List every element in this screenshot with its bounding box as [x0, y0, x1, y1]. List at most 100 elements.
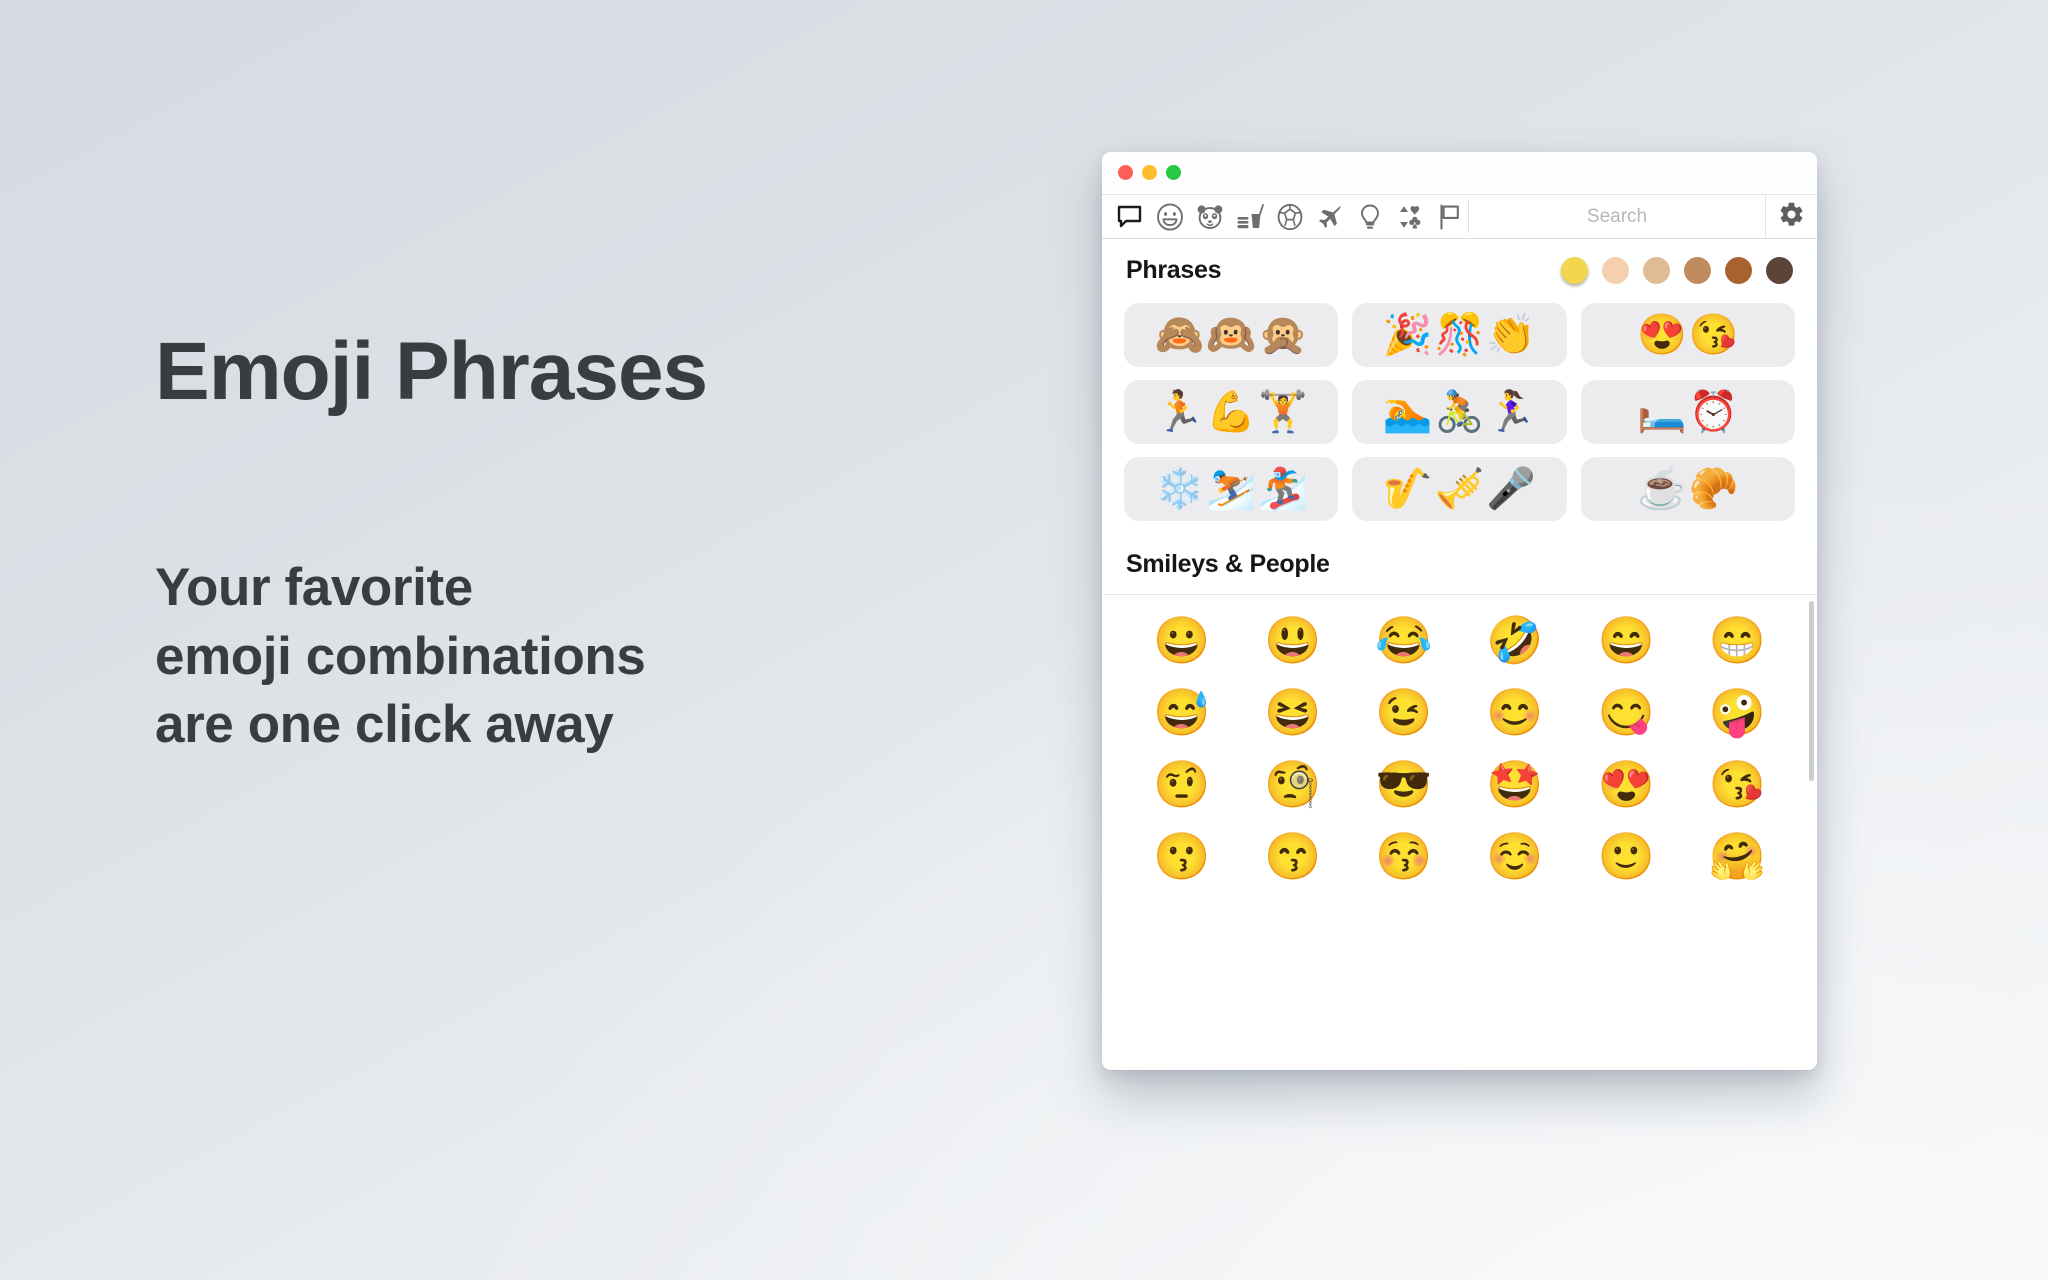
panda-icon: [1196, 203, 1224, 231]
emoji: ⏰: [1688, 390, 1739, 434]
emoji: 🏂: [1258, 467, 1308, 511]
smileys-section-title: Smileys & People: [1126, 550, 1330, 578]
category-button-smileys[interactable]: [1151, 198, 1188, 236]
gear-icon: [1778, 201, 1805, 233]
skin-tone-medium-dark[interactable]: [1725, 256, 1752, 284]
skin-tone-medium[interactable]: [1684, 256, 1711, 284]
page-title: Emoji Phrases: [155, 326, 708, 417]
emoji: 🎺: [1434, 467, 1485, 511]
emoji-cell[interactable]: 😊: [1484, 681, 1546, 743]
traffic-light-group: [1118, 165, 1181, 180]
phrase-tile-workout[interactable]: 🏃 💪 🏋️: [1124, 380, 1339, 444]
emoji-cell[interactable]: 😚: [1373, 825, 1435, 887]
emoji: 🏊: [1382, 390, 1433, 434]
search-input[interactable]: [1469, 205, 1765, 228]
emoji-cell[interactable]: 😗: [1151, 825, 1213, 887]
emoji-cell[interactable]: 🤗: [1706, 825, 1768, 887]
close-window-button[interactable]: [1118, 165, 1133, 180]
category-button-flags[interactable]: [1431, 198, 1468, 236]
emoji: 🏃‍♀️: [1486, 390, 1537, 434]
phrase-tile-winter-sports[interactable]: ❄️ ⛷️ 🏂: [1124, 457, 1339, 521]
smiley-face-icon: [1156, 202, 1184, 231]
emoji: 😍: [1637, 313, 1687, 357]
smileys-section-header: Smileys & People: [1102, 535, 1817, 595]
emoji-cell[interactable]: 🧐: [1262, 753, 1324, 815]
emoji: 🙈: [1154, 313, 1205, 357]
emoji: ⛷️: [1206, 467, 1257, 511]
emoji-cell[interactable]: ☺️: [1484, 825, 1546, 887]
emoji: 🛏️: [1637, 390, 1687, 434]
emoji: ❄️: [1154, 467, 1205, 511]
flag-icon: [1436, 203, 1464, 231]
minimize-window-button[interactable]: [1142, 165, 1157, 180]
promo-copy: Emoji Phrases Your favorite emoji combin…: [155, 330, 1015, 760]
category-button-symbols[interactable]: [1391, 198, 1428, 236]
phrases-grid: 🙈 🙉 🙊 🎉 🎊 👏 😍 😘 🏃 💪 🏋️ 🏊 🚴 🏃‍♀️ 🛏️ ⏰: [1102, 301, 1817, 535]
emoji-cell[interactable]: 😍: [1595, 753, 1657, 815]
emoji: 🎊: [1434, 313, 1485, 357]
category-button-animals[interactable]: [1191, 198, 1228, 236]
emoji-cell[interactable]: 🙂: [1595, 825, 1657, 887]
phrase-tile-love-kiss[interactable]: 😍 😘: [1580, 303, 1795, 367]
emoji-cell[interactable]: 😄: [1595, 609, 1657, 671]
skin-tone-dark[interactable]: [1766, 256, 1793, 284]
emoji-cell[interactable]: 😅: [1151, 681, 1213, 743]
soccer-ball-icon: [1276, 203, 1304, 231]
phrases-section-title: Phrases: [1126, 255, 1222, 284]
emoji-cell[interactable]: 😙: [1262, 825, 1324, 887]
skin-tone-yellow-default[interactable]: [1561, 256, 1588, 284]
emoji: 🙉: [1206, 313, 1257, 357]
emoji: 😘: [1688, 313, 1739, 357]
emoji-cell[interactable]: 😁: [1706, 609, 1768, 671]
category-button-strip: [1102, 195, 1468, 238]
emoji: 🎉: [1382, 313, 1433, 357]
settings-button[interactable]: [1765, 195, 1817, 238]
phrase-tile-music-performance[interactable]: 🎷 🎺 🎤: [1352, 457, 1567, 521]
speech-bubble-icon: [1117, 205, 1143, 229]
emoji-cell[interactable]: 🤩: [1484, 753, 1546, 815]
category-button-travel[interactable]: [1311, 198, 1348, 236]
phrase-tile-celebration[interactable]: 🎉 🎊 👏: [1352, 303, 1567, 367]
zoom-window-button[interactable]: [1166, 165, 1181, 180]
emoji: 🎤: [1486, 467, 1537, 511]
smileys-emoji-grid: 😀 😃 😂 🤣 😄 😁 😅 😆 😉 😊 😋 🤪 🤨 🧐 😎 🤩 😍 😘 😗 😙 …: [1102, 595, 1817, 887]
emoji-cell[interactable]: 😎: [1373, 753, 1435, 815]
emoji-cell[interactable]: 😃: [1262, 609, 1324, 671]
emoji-cell[interactable]: 🤪: [1706, 681, 1768, 743]
phrase-tile-see-hear-speak-no-evil[interactable]: 🙈 🙉 🙊: [1124, 303, 1339, 367]
category-button-objects[interactable]: [1351, 198, 1388, 236]
emoji-cell[interactable]: 😂: [1373, 609, 1435, 671]
emoji-cell[interactable]: 😆: [1262, 681, 1324, 743]
emoji-cell[interactable]: 🤨: [1151, 753, 1213, 815]
emoji-cell[interactable]: 😋: [1595, 681, 1657, 743]
card-suits-icon: [1396, 203, 1424, 231]
emoji: 🥐: [1688, 467, 1739, 511]
promo-subtitle: Your favorite emoji combinations are one…: [155, 557, 646, 755]
emoji: 👏: [1486, 313, 1537, 357]
search-field-wrapper: [1469, 195, 1765, 238]
phrase-tile-coffee-croissant[interactable]: ☕ 🥐: [1580, 457, 1795, 521]
emoji-scroll-area[interactable]: 😀 😃 😂 🤣 😄 😁 😅 😆 😉 😊 😋 🤪 🤨 🧐 😎 🤩 😍 😘 😗 😙 …: [1102, 595, 1817, 1070]
emoji: 🎷: [1382, 467, 1433, 511]
skin-tone-selector: [1561, 256, 1793, 284]
category-button-activity[interactable]: [1271, 198, 1308, 236]
vertical-scrollbar[interactable]: [1809, 601, 1814, 781]
emoji: 🏋️: [1258, 390, 1308, 434]
emoji-cell[interactable]: 😉: [1373, 681, 1435, 743]
emoji-picker-window: Phrases 🙈 🙉 🙊 🎉 🎊 👏 😍 😘 🏃 💪: [1102, 152, 1817, 1070]
emoji-cell[interactable]: 😀: [1151, 609, 1213, 671]
emoji-cell[interactable]: 🤣: [1484, 609, 1546, 671]
category-button-food[interactable]: [1231, 198, 1268, 236]
skin-tone-medium-light[interactable]: [1643, 256, 1670, 284]
category-button-phrases[interactable]: [1111, 198, 1148, 236]
emoji-cell[interactable]: 😘: [1706, 753, 1768, 815]
lightbulb-icon: [1356, 203, 1384, 231]
emoji: 🏃: [1154, 390, 1205, 434]
window-titlebar: [1102, 152, 1817, 194]
phrase-tile-triathlon[interactable]: 🏊 🚴 🏃‍♀️: [1352, 380, 1567, 444]
phrase-tile-bedtime-alarm[interactable]: 🛏️ ⏰: [1580, 380, 1795, 444]
emoji: 💪: [1206, 390, 1257, 434]
skin-tone-light[interactable]: [1602, 256, 1629, 284]
emoji: 🚴: [1434, 390, 1485, 434]
food-drink-icon: [1236, 203, 1264, 231]
